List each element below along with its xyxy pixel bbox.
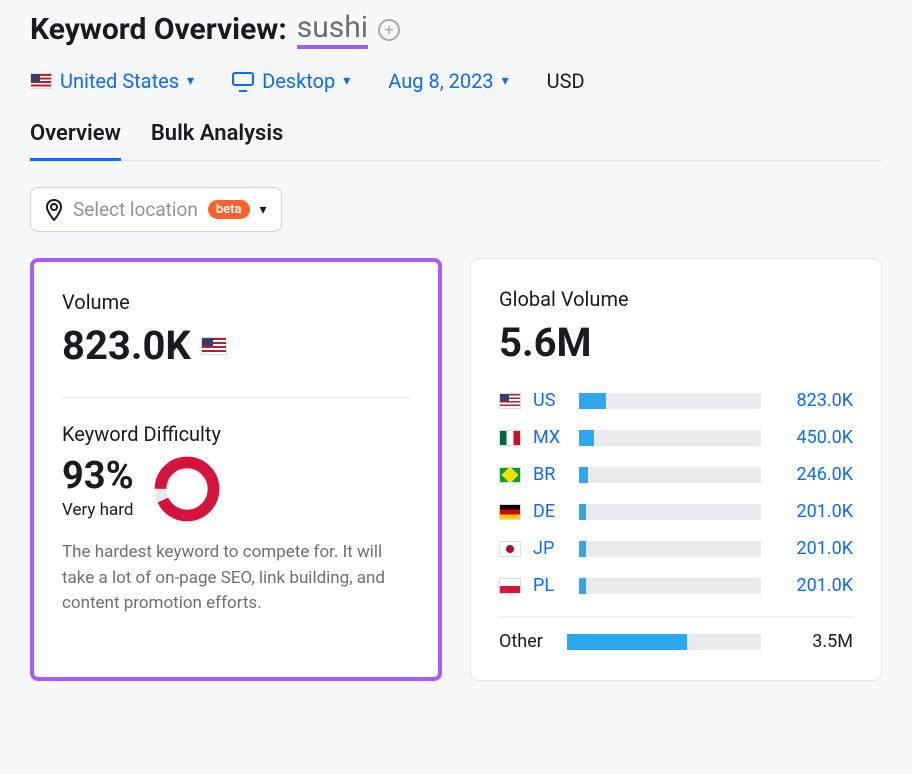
flag-us-icon [30,73,52,89]
country-volume: 450.0K [773,427,853,448]
chevron-down-icon: ▾ [187,73,194,89]
add-keyword-icon[interactable]: + [378,19,400,41]
global-volume-row[interactable]: DE 201.0K [499,501,853,522]
kd-level: Very hard [62,500,134,520]
other-volume: 3.5M [773,631,853,652]
tab-overview[interactable]: Overview [30,121,121,160]
country-code: US [533,390,567,411]
filter-country-label: United States [60,69,179,93]
select-location-placeholder: Select location [73,198,198,221]
chevron-down-icon: ▾ [260,202,267,218]
country-code: BR [533,464,567,485]
kd-description: The hardest keyword to compete for. It w… [62,540,410,617]
card-volume-kd: Volume 823.0K Keyword Difficulty 93% Ver… [30,258,442,681]
country-code: PL [533,575,567,596]
other-label: Other [499,631,555,652]
kd-row: 93% Very hard [62,454,410,524]
volume-bar [579,467,761,483]
divider [62,397,410,398]
location-pin-icon [45,199,63,221]
global-volume-number: 5.6M [499,319,592,366]
global-volume-list: US 823.0K MX 450.0K BR 246.0K DE 201.0K … [499,390,853,652]
tab-bulk-analysis[interactable]: Bulk Analysis [151,121,284,160]
global-volume-row[interactable]: US 823.0K [499,390,853,411]
chevron-down-icon: ▾ [502,73,509,89]
country-code: JP [533,538,567,559]
select-location[interactable]: Select location beta ▾ [30,187,282,232]
country-volume: 246.0K [773,464,853,485]
volume-number: 823.0K [62,322,191,369]
chevron-down-icon: ▾ [343,73,350,89]
flag-jp-icon [499,541,521,557]
kd-text: 93% Very hard [62,454,134,520]
volume-label: Volume [62,290,410,314]
filter-currency: USD [547,69,585,93]
country-code: MX [533,427,567,448]
global-volume-row[interactable]: BR 246.0K [499,464,853,485]
filter-country[interactable]: United States ▾ [30,69,194,93]
country-volume: 201.0K [773,501,853,522]
flag-us-icon [499,393,521,409]
card-global-volume: Global Volume 5.6M US 823.0K MX 450.0K B… [470,258,882,681]
global-volume-row[interactable]: PL 201.0K [499,575,853,596]
global-volume-other-row: Other 3.5M [499,616,853,652]
country-code: DE [533,501,567,522]
flag-mx-icon [499,430,521,446]
filter-date-label: Aug 8, 2023 [388,69,493,93]
kd-label: Keyword Difficulty [62,422,410,446]
volume-bar [579,541,761,557]
volume-bar [579,578,761,594]
global-volume-label: Global Volume [499,287,853,311]
kd-value: 93% [62,454,134,498]
global-volume-row[interactable]: JP 201.0K [499,538,853,559]
page-title-keyword: sushi [297,10,368,49]
volume-bar [567,634,761,650]
monitor-icon [232,72,254,90]
country-volume: 201.0K [773,538,853,559]
page-title-row: Keyword Overview: sushi + [30,10,882,49]
filter-device-label: Desktop [262,69,335,93]
beta-badge: beta [208,200,250,219]
page-title-label: Keyword Overview: [30,12,287,47]
volume-bar [579,504,761,520]
global-volume-row[interactable]: MX 450.0K [499,427,853,448]
volume-bar [579,430,761,446]
filter-currency-label: USD [547,69,585,93]
global-volume-value: 5.6M [499,319,853,366]
filter-device[interactable]: Desktop ▾ [232,69,350,93]
tabs: Overview Bulk Analysis [30,121,882,161]
flag-de-icon [499,504,521,520]
kd-donut-icon [152,454,222,524]
volume-value: 823.0K [62,322,410,369]
flag-pl-icon [499,578,521,594]
volume-bar [579,393,761,409]
filter-row: United States ▾ Desktop ▾ Aug 8, 2023 ▾ … [30,69,882,93]
country-volume: 823.0K [773,390,853,411]
country-volume: 201.0K [773,575,853,596]
cards-row: Volume 823.0K Keyword Difficulty 93% Ver… [30,258,882,681]
flag-us-icon [201,337,227,355]
filter-date[interactable]: Aug 8, 2023 ▾ [388,69,508,93]
flag-br-icon [499,467,521,483]
